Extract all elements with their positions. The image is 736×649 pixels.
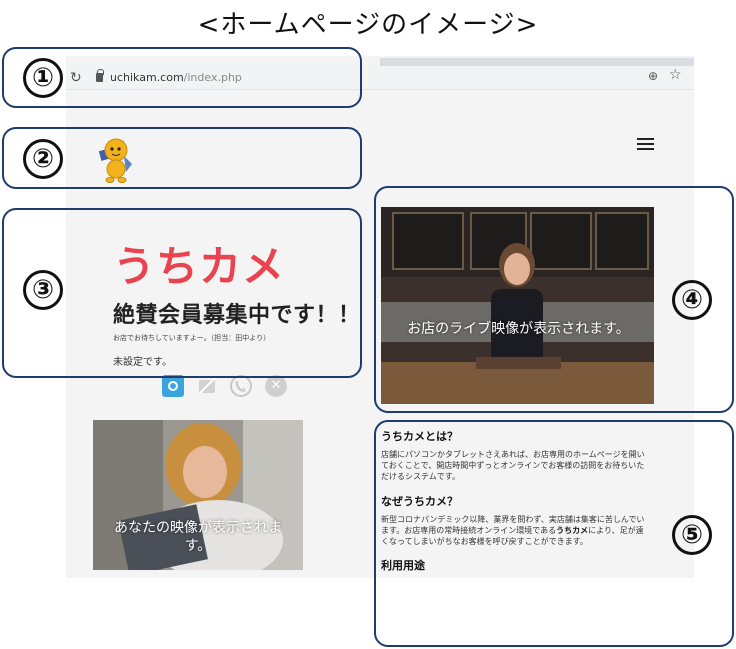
star-icon[interactable]: ☆ (669, 67, 682, 83)
zoom-icon[interactable]: ⊕ (648, 69, 658, 83)
annotation-number-4: ④ (672, 280, 712, 320)
self-video: あなたの映像が表示されます。 (93, 420, 303, 570)
camera-icon[interactable] (162, 375, 184, 397)
annotation-number-5: ⑤ (672, 515, 712, 555)
camera-off-icon[interactable] (196, 375, 218, 397)
phone-icon[interactable] (230, 375, 252, 397)
annotation-number-3: ③ (23, 270, 63, 310)
hamburger-menu-icon[interactable] (637, 138, 654, 150)
self-video-caption: あなたの映像が表示されます。 (114, 520, 282, 554)
page-heading: <ホームページのイメージ> (197, 10, 539, 40)
close-icon[interactable]: ✕ (265, 375, 287, 397)
annotation-number-2: ② (23, 139, 63, 179)
browser-top-strip (380, 58, 694, 66)
annotation-number-1: ① (23, 58, 63, 98)
